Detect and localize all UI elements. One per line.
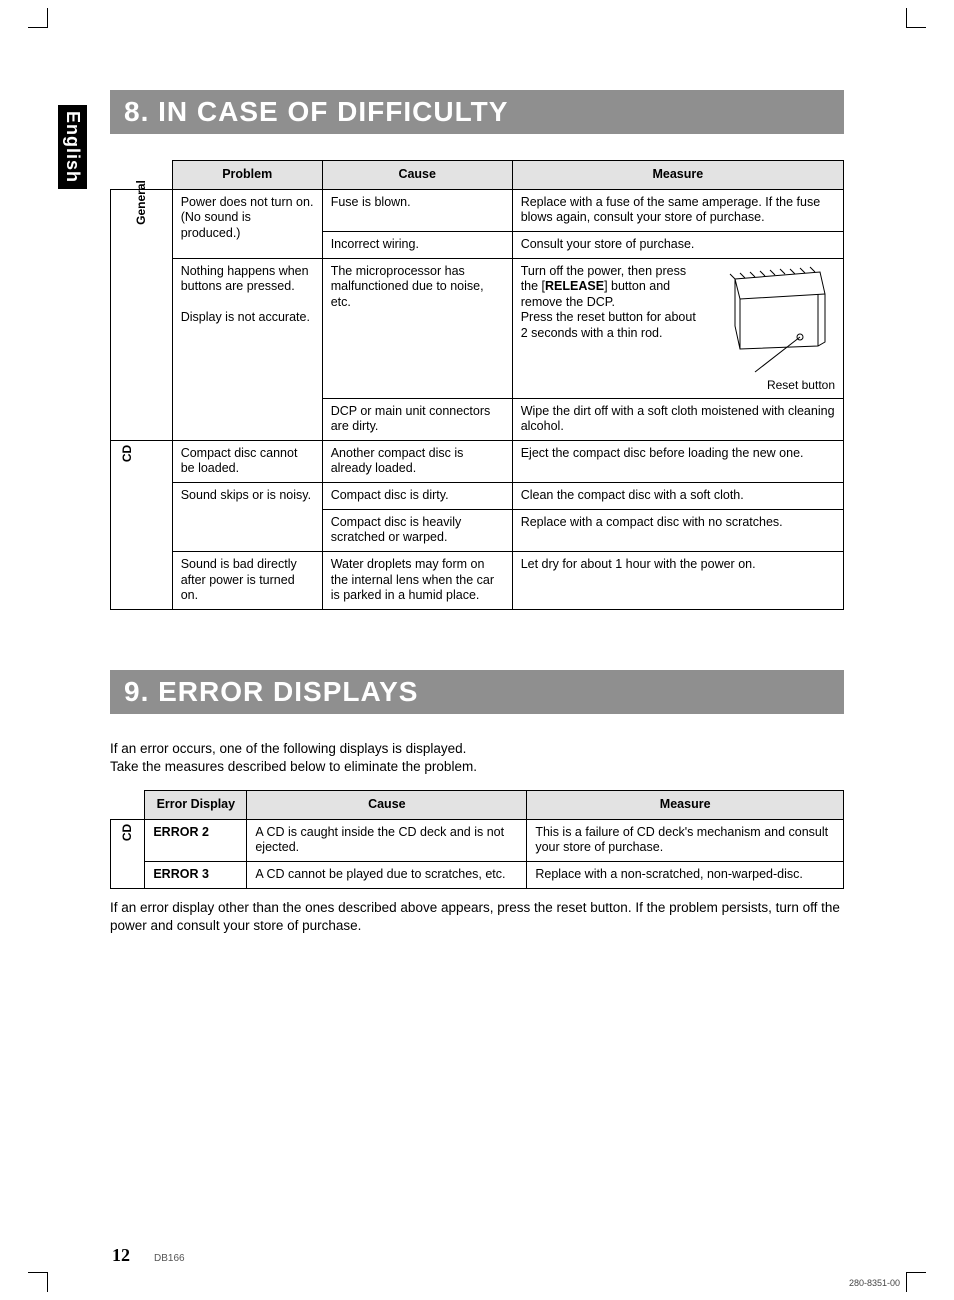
- reset-button-illustration: [705, 264, 835, 374]
- measure-cell: Wipe the dirt off with a soft cloth mois…: [512, 398, 843, 440]
- problem-cell: Power does not turn on. (No sound is pro…: [172, 189, 322, 258]
- col-measure: Measure: [512, 161, 843, 190]
- measure-cell: Eject the compact disc before loading th…: [512, 440, 843, 482]
- model-code: DB166: [154, 1253, 185, 1264]
- error-outro: If an error display other than the ones …: [110, 899, 844, 935]
- col-problem: Problem: [172, 161, 322, 190]
- cause-cell: The microprocessor has malfunctioned due…: [322, 258, 512, 398]
- cause-cell: A CD cannot be played due to scratches, …: [247, 862, 527, 889]
- measure-cell: Turn off the power, then press the [RELE…: [512, 258, 843, 398]
- cause-cell: Water droplets may form on the internal …: [322, 551, 512, 609]
- cause-cell: A CD is caught inside the CD deck and is…: [247, 819, 527, 861]
- category-general: General: [111, 189, 173, 440]
- measure-cell: Replace with a non-scratched, non-warped…: [527, 862, 844, 889]
- cause-cell: DCP or main unit connectors are dirty.: [322, 398, 512, 440]
- problem-cell: Nothing happens when buttons are pressed…: [172, 258, 322, 440]
- col-cause: Cause: [247, 791, 527, 820]
- problem-cell: Sound skips or is noisy.: [172, 483, 322, 552]
- measure-cell: Clean the compact disc with a soft cloth…: [512, 483, 843, 510]
- cause-cell: Fuse is blown.: [322, 189, 512, 231]
- problem-cell: Sound is bad directly after power is tur…: [172, 551, 322, 609]
- error-table: Error Display Cause Measure CD ERROR 2 A…: [110, 790, 844, 889]
- error-intro: If an error occurs, one of the following…: [110, 740, 844, 776]
- error-code: ERROR 2: [145, 819, 247, 861]
- difficulty-table: Problem Cause Measure General Power does…: [110, 160, 844, 610]
- document-number: 280-8351-00: [849, 1278, 900, 1288]
- error-code: ERROR 3: [145, 862, 247, 889]
- problem-cell: Compact disc cannot be loaded.: [172, 440, 322, 482]
- language-tab: English: [58, 105, 87, 189]
- measure-cell: Replace with a compact disc with no scra…: [512, 509, 843, 551]
- category-cd: CD: [111, 440, 173, 609]
- cause-cell: Another compact disc is already loaded.: [322, 440, 512, 482]
- col-measure: Measure: [527, 791, 844, 820]
- cause-cell: Compact disc is heavily scratched or war…: [322, 509, 512, 551]
- category-cd: CD: [111, 819, 145, 888]
- col-cause: Cause: [322, 161, 512, 190]
- section-title-difficulty: 8. IN CASE OF DIFFICULTY: [110, 90, 844, 134]
- measure-cell: Consult your store of purchase.: [512, 231, 843, 258]
- measure-cell: Let dry for about 1 hour with the power …: [512, 551, 843, 609]
- reset-caption: Reset button: [521, 378, 835, 393]
- section-title-errors: 9. ERROR DISPLAYS: [110, 670, 844, 714]
- col-error-display: Error Display: [145, 791, 247, 820]
- cause-cell: Incorrect wiring.: [322, 231, 512, 258]
- measure-cell: This is a failure of CD deck's mechanism…: [527, 819, 844, 861]
- page-number: 12: [112, 1245, 130, 1266]
- cause-cell: Compact disc is dirty.: [322, 483, 512, 510]
- measure-cell: Replace with a fuse of the same amperage…: [512, 189, 843, 231]
